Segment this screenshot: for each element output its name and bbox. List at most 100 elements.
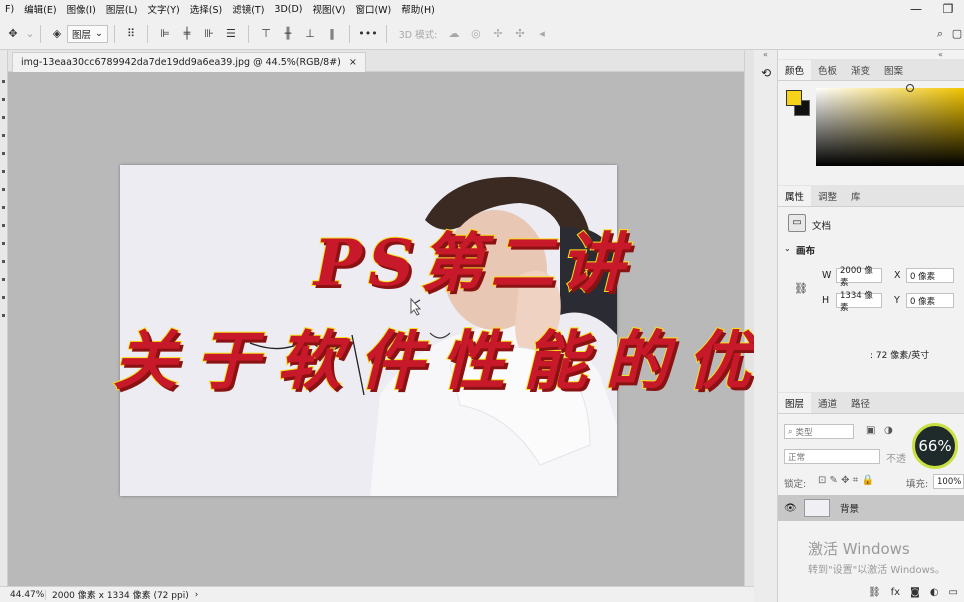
y-field[interactable]: 0 像素: [906, 293, 954, 308]
tool-icon[interactable]: [2, 134, 5, 137]
slide-3d-icon[interactable]: ✣: [509, 24, 531, 44]
x-field[interactable]: 0 像素: [906, 268, 954, 283]
status-menu-arrow[interactable]: ›: [189, 590, 199, 600]
link-icon[interactable]: ⛓: [794, 282, 808, 295]
tab-channels[interactable]: 通道: [811, 393, 844, 413]
tab-paths[interactable]: 路径: [844, 393, 877, 413]
zoom-level[interactable]: 44.47%: [0, 589, 46, 600]
document-icon: ▭: [788, 214, 806, 232]
foreground-color-swatch[interactable]: [786, 90, 802, 106]
expand-panels-icon[interactable]: «: [938, 50, 943, 59]
document-tab[interactable]: img-13eaa30cc6789942da7de19dd9a6ea39.jpg…: [12, 52, 366, 72]
tab-libraries[interactable]: 库: [844, 186, 868, 206]
camera-3d-icon[interactable]: ◂: [531, 24, 553, 44]
layers-panel-tabs: 图层 通道 路径: [778, 392, 964, 414]
panels-dock: « 颜色 色板 渐变 图案 属性 调整 库 ▭ 文档 ⌄ 画布 W 2000 像…: [778, 50, 964, 602]
adjustment-filter-icon[interactable]: ◑: [884, 425, 893, 436]
performance-badge: 66%: [912, 423, 958, 469]
workspace-icon[interactable]: ▢: [950, 24, 964, 44]
resolution-label: : 72 像素/英寸: [870, 351, 930, 361]
tool-icon[interactable]: [2, 206, 5, 209]
restore-icon[interactable]: ❐: [932, 0, 964, 18]
width-label: W: [822, 270, 832, 281]
align-middle-icon[interactable]: ╫: [277, 24, 299, 44]
menu-file[interactable]: F): [0, 4, 19, 15]
layer-kind-filter[interactable]: ⌕ 类型: [784, 424, 854, 439]
menu-window[interactable]: 窗口(W): [350, 2, 396, 16]
close-icon[interactable]: ×: [349, 57, 357, 68]
roll-3d-icon[interactable]: ◎: [465, 24, 487, 44]
menu-view[interactable]: 视图(V): [308, 2, 351, 16]
align-left-icon[interactable]: ⊫: [154, 24, 176, 44]
tool-icon[interactable]: [2, 152, 5, 155]
eye-icon[interactable]: 👁: [784, 503, 798, 514]
height-field[interactable]: 1334 像素: [836, 291, 882, 313]
menu-type[interactable]: 文字(Y): [143, 2, 185, 16]
mask-icon[interactable]: ◙: [910, 587, 920, 598]
menu-filter[interactable]: 滤镜(T): [227, 2, 269, 16]
tool-icon[interactable]: [2, 116, 5, 119]
tool-icon[interactable]: [2, 188, 5, 191]
more-options-icon[interactable]: •••: [356, 24, 380, 44]
menu-select[interactable]: 选择(S): [185, 2, 227, 16]
drag-3d-icon[interactable]: ✢: [487, 24, 509, 44]
chevron-down-icon[interactable]: ⌄: [784, 244, 791, 253]
align-top-icon[interactable]: ⊤: [255, 24, 277, 44]
tool-icon[interactable]: [2, 170, 5, 173]
layer-thumbnail: [804, 499, 830, 517]
tab-adjustments[interactable]: 调整: [811, 186, 844, 206]
fx-icon[interactable]: fx: [891, 587, 900, 598]
mode-3d-label: 3D 模式:: [398, 29, 438, 41]
minimize-icon[interactable]: —: [900, 0, 932, 18]
width-field[interactable]: 2000 像素: [836, 266, 882, 288]
menu-image[interactable]: 图像(I): [62, 2, 101, 16]
height-label: H: [822, 295, 830, 306]
orbit-3d-icon[interactable]: ☁: [443, 24, 465, 44]
menu-bar: F) 编辑(E) 图像(I) 图层(L) 文字(Y) 选择(S) 滤镜(T) 3…: [0, 0, 964, 18]
layer-dropdown[interactable]: 图层 ⌄: [67, 24, 108, 43]
properties-panel-tabs: 属性 调整 库: [778, 185, 964, 207]
history-icon[interactable]: ⟲: [758, 66, 774, 82]
lock-icons[interactable]: ⊡ ✎ ✥ ⌗ 🔒: [818, 475, 874, 486]
transform-controls-icon[interactable]: ⠿: [121, 24, 141, 44]
tab-layers[interactable]: 图层: [778, 393, 812, 413]
distribute-vertical-icon[interactable]: ‖: [321, 24, 343, 44]
fill-field[interactable]: 100%: [933, 474, 964, 489]
tab-properties[interactable]: 属性: [778, 186, 812, 206]
tab-gradients[interactable]: 渐变: [844, 60, 877, 80]
document-label: 文档: [812, 221, 832, 232]
menu-3d[interactable]: 3D(D): [269, 4, 307, 15]
menu-help[interactable]: 帮助(H): [396, 2, 440, 16]
tool-icon[interactable]: [2, 80, 5, 83]
distribute-icon[interactable]: ☰: [220, 24, 242, 44]
move-tool-icon[interactable]: ✥: [0, 24, 26, 44]
lock-label: 锁定:: [784, 479, 807, 490]
auto-select-icon[interactable]: ◈: [47, 24, 67, 44]
y-label: Y: [894, 295, 900, 306]
align-center-icon[interactable]: ╪: [176, 24, 198, 44]
tab-patterns[interactable]: 图案: [877, 60, 910, 80]
chevron-down-icon[interactable]: ⌄: [25, 24, 34, 44]
panel-icon-column: « ⟲: [754, 50, 778, 602]
color-picker-marker[interactable]: [906, 84, 914, 92]
color-picker-field[interactable]: [816, 84, 964, 166]
layer-name: 背景: [840, 504, 860, 515]
adjustment-layer-icon[interactable]: ◐: [930, 587, 939, 598]
tab-color[interactable]: 颜色: [778, 60, 812, 80]
document-tab-bar: img-13eaa30cc6789942da7de19dd9a6ea39.jpg…: [8, 50, 744, 72]
x-label: X: [894, 270, 901, 281]
tab-swatches[interactable]: 色板: [811, 60, 844, 80]
menu-edit[interactable]: 编辑(E): [19, 2, 61, 16]
folder-icon[interactable]: ▭: [949, 587, 958, 598]
link-layers-icon[interactable]: ⛓: [868, 587, 881, 598]
tool-icon[interactable]: [2, 98, 5, 101]
pixel-filter-icon[interactable]: ▣: [866, 425, 875, 436]
search-icon[interactable]: ⌕: [930, 24, 950, 44]
menu-layer[interactable]: 图层(L): [101, 2, 143, 16]
opacity-label: 不透: [886, 454, 906, 465]
collapse-icon[interactable]: «: [754, 50, 777, 60]
align-bottom-icon[interactable]: ⊥: [299, 24, 321, 44]
layer-row-background[interactable]: 👁 背景: [778, 495, 964, 521]
align-right-icon[interactable]: ⊪: [198, 24, 220, 44]
blend-mode-dropdown[interactable]: 正常: [784, 449, 880, 464]
